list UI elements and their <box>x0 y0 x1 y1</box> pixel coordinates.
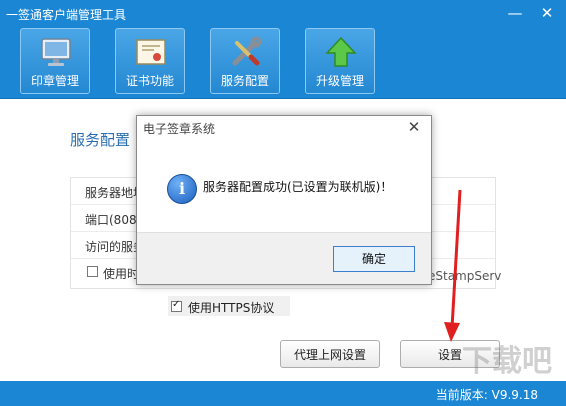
toolbar-item-seal-management[interactable]: 印章管理 <box>20 28 90 94</box>
toolbar-item-label: 印章管理 <box>30 74 79 88</box>
dialog-message: 服务器配置成功(已设置为联机版)！ <box>203 180 393 194</box>
toolbar-item-label: 升级管理 <box>315 74 364 88</box>
close-button[interactable]: ✕ <box>532 0 562 26</box>
toolbar: 印章管理 证书功能 服务配置 升级管理 <box>0 28 566 99</box>
toolbar-item-label: 服务配置 <box>220 74 269 88</box>
https-option[interactable]: 使用HTTPS协议 <box>168 296 290 316</box>
tools-icon <box>232 36 262 66</box>
service-path-value-overflow: eStampServ <box>428 269 502 283</box>
use-option-checkbox[interactable] <box>87 266 98 277</box>
certificate-icon <box>136 39 166 65</box>
https-label: 使用HTTPS协议 <box>188 301 275 315</box>
message-dialog: 电子签章系统 ✕ i 服务器配置成功(已设置为联机版)！ 确定 <box>136 115 432 285</box>
toolbar-item-service-config[interactable]: 服务配置 <box>210 28 280 94</box>
app-title: 一签通客户端管理工具 <box>6 8 127 22</box>
dialog-title: 电子签章系统 <box>143 122 216 136</box>
dialog-body: i 服务器配置成功(已设置为联机版)！ <box>137 144 431 232</box>
monitor-icon <box>41 38 71 66</box>
toolbar-item-certificate[interactable]: 证书功能 <box>115 28 185 94</box>
title-bar: 一签通客户端管理工具 — ✕ <box>0 0 566 28</box>
info-icon: i <box>167 174 197 204</box>
https-checkbox[interactable] <box>171 299 182 312</box>
version-label: 当前版本: V9.9.18 <box>435 388 538 402</box>
ok-button[interactable]: 确定 <box>333 246 415 272</box>
proxy-settings-button[interactable]: 代理上网设置 <box>280 340 380 368</box>
dialog-close-button[interactable]: ✕ <box>405 118 423 136</box>
dialog-footer: 确定 <box>137 232 431 284</box>
watermark-logo: 下载吧 <box>462 344 552 379</box>
toolbar-item-upgrade[interactable]: 升级管理 <box>305 28 375 94</box>
section-title: 服务配置 <box>70 131 131 149</box>
minimize-button[interactable]: — <box>500 0 530 26</box>
use-option-label: 使用时 <box>103 267 140 281</box>
upgrade-arrow-icon <box>325 36 357 67</box>
status-bar: 当前版本: V9.9.18 <box>0 381 566 406</box>
toolbar-item-label: 证书功能 <box>125 74 174 88</box>
